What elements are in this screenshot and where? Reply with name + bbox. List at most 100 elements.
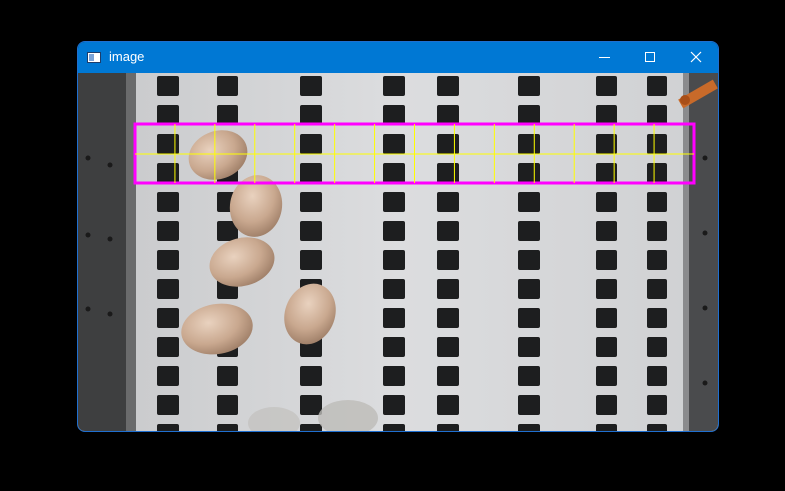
conveyor-slot [647,308,667,328]
conveyor-slot [518,250,540,270]
conveyor-slot [596,250,617,270]
conveyor-slot [437,221,459,241]
conveyor-slot [300,221,322,241]
conveyor-slot [217,395,238,415]
conveyor-slot [157,279,179,299]
conveyor-slot [647,366,667,386]
conveyor-slot [647,279,667,299]
conveyor-slot [647,337,667,357]
conveyor-slot [647,192,667,212]
conveyor-slot [647,76,667,96]
conveyor-slot [596,308,617,328]
minimize-icon [599,57,610,58]
conveyor-slot [383,163,405,183]
conveyor-slot [518,163,540,183]
conveyor-slot [647,221,667,241]
conveyor-slot [157,337,179,357]
conveyor-slot [596,105,617,125]
conveyor-slot [518,76,540,96]
conveyor-slot [596,395,617,415]
maximize-icon [645,52,655,62]
conveyor-slot [383,424,405,431]
maximize-button[interactable] [627,42,673,73]
conveyor-slot [596,424,617,431]
conveyor-slot [437,192,459,212]
conveyor-slot [596,337,617,357]
conveyor-slot [518,308,540,328]
conveyor-slot [300,105,322,125]
minimize-button[interactable] [581,42,627,73]
conveyor-slot [300,192,322,212]
conveyor-slot [437,337,459,357]
conveyor-slot [157,105,179,125]
conveyor-slot [217,366,238,386]
conveyor-slot [437,308,459,328]
conveyor-slot [300,366,322,386]
conveyor-slot [518,366,540,386]
conveyor-slot [383,279,405,299]
camera-image [78,73,718,431]
conveyor-slot [383,221,405,241]
conveyor-slot [596,76,617,96]
conveyor-slot [518,279,540,299]
conveyor-slot [157,395,179,415]
conveyor-slot [518,337,540,357]
conveyor-slot [596,366,617,386]
conveyor-slot [596,279,617,299]
conveyor-slot [383,192,405,212]
conveyor-slot [647,424,667,431]
conveyor-slot [518,192,540,212]
conveyor-slot [157,424,179,431]
conveyor-slot [437,424,459,431]
conveyor-slot [157,134,179,154]
title-bar[interactable]: image [78,42,718,73]
conveyor-slot [157,192,179,212]
conveyor-slot [217,424,238,431]
conveyor-slot [647,163,667,183]
conveyor-slot [518,424,540,431]
conveyor-slot [157,163,179,183]
conveyor-slot [157,250,179,270]
conveyor-slot [437,279,459,299]
conveyor-slot [437,134,459,154]
conveyor-slot [437,366,459,386]
conveyor-slot [437,163,459,183]
conveyor-slot [437,76,459,96]
conveyor-slot [217,76,238,96]
conveyor-slot [383,250,405,270]
conveyor-slot [647,105,667,125]
image-canvas [78,73,718,431]
conveyor-slot [647,250,667,270]
close-button[interactable] [673,42,718,73]
conveyor-slot [383,134,405,154]
conveyor-slot [647,134,667,154]
conveyor-slot [157,221,179,241]
conveyor-slot [437,250,459,270]
right-frame [686,73,718,431]
window-title: image [109,49,145,64]
conveyor-slot [157,366,179,386]
window-app-icon [87,52,101,63]
conveyor-slot [596,221,617,241]
close-icon [690,51,702,63]
conveyor-slot [383,395,405,415]
conveyor-slot [437,105,459,125]
conveyor-slot [518,395,540,415]
conveyor-slot [157,76,179,96]
conveyor-slot [383,76,405,96]
image-window: image [77,41,719,432]
conveyor-slot [300,76,322,96]
conveyor-slot [300,250,322,270]
conveyor-slot [518,221,540,241]
conveyor-slot [596,192,617,212]
conveyor-slot [647,395,667,415]
conveyor-slot [437,395,459,415]
conveyor-slot [383,308,405,328]
conveyor-slot [300,424,322,431]
conveyor-slot [157,308,179,328]
conveyor-slot [217,105,238,125]
conveyor-slot [383,105,405,125]
conveyor-slot [383,337,405,357]
conveyor-slot [383,366,405,386]
conveyor-slot [518,105,540,125]
